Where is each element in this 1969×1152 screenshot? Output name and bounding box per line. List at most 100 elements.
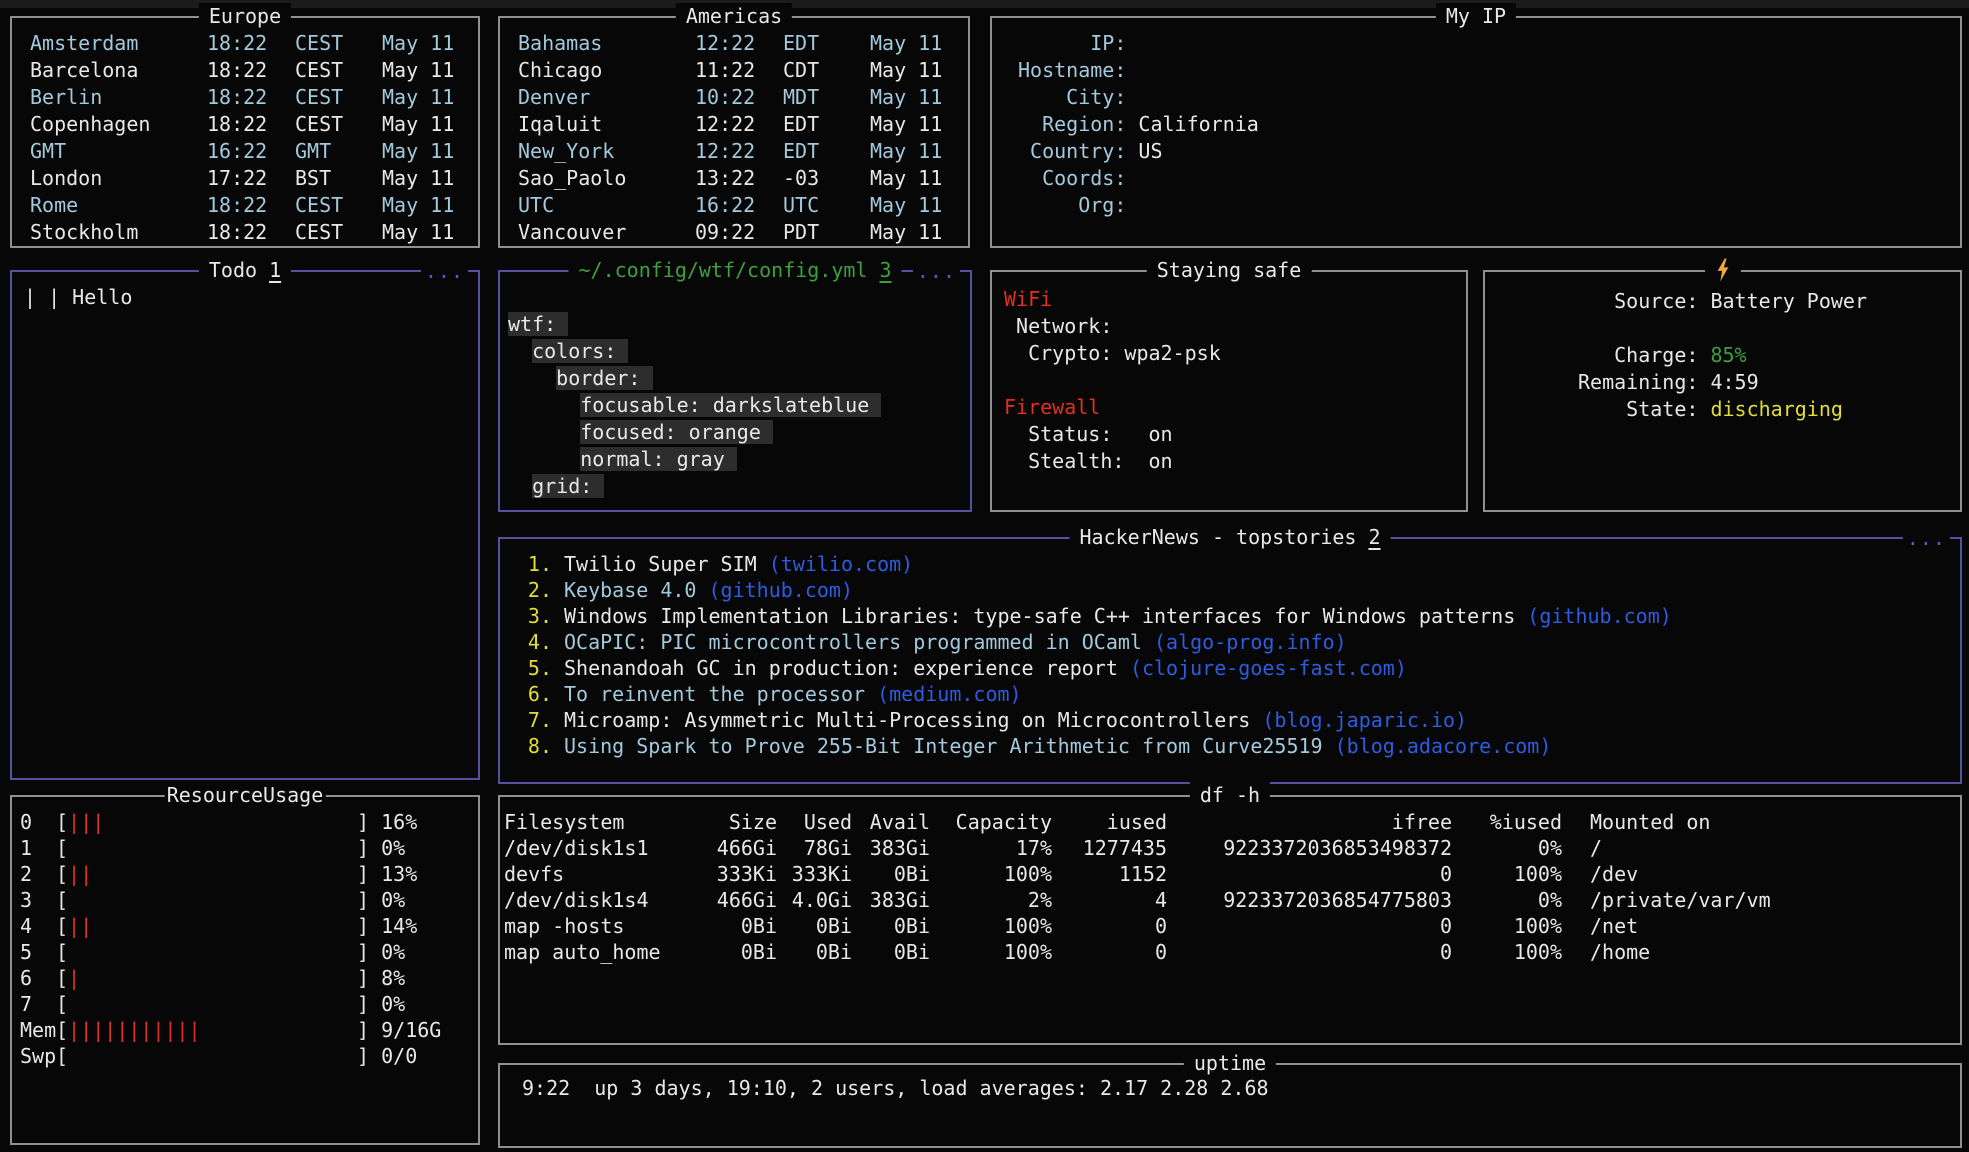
- df-cell: 0Bi: [777, 913, 852, 939]
- story-domain-link[interactable]: (blog.adacore.com): [1335, 734, 1552, 758]
- clock-city: Amsterdam: [30, 30, 207, 57]
- story-domain-link[interactable]: (blog.japaric.io): [1262, 708, 1467, 732]
- clock-row: Amsterdam18:22CESTMay 11: [30, 30, 478, 57]
- clock-time: 12:22: [695, 138, 755, 165]
- hackernews-story[interactable]: 6.To reinvent the processor (medium.com): [516, 681, 1960, 707]
- clock-city: Rome: [30, 192, 207, 219]
- hackernews-story[interactable]: 2.Keybase 4.0 (github.com): [516, 577, 1960, 603]
- panel-config-yml[interactable]: ~/.config/wtf/config.yml3 ... wtf: color…: [498, 270, 972, 512]
- clock-time: 12:22: [695, 30, 755, 57]
- df-header-cell: iused: [1052, 809, 1167, 835]
- gauge-row: 4 [|| ] 14%: [20, 913, 478, 939]
- df-row: devfs333Ki333Ki0Bi100%11520100%/dev: [504, 861, 1960, 887]
- clock-date: May 11: [870, 138, 942, 165]
- clock-row: Sao_Paolo13:22-03May 11: [518, 165, 968, 192]
- gauge-row: 3 [ ] 0%: [20, 887, 478, 913]
- uptime-text: 9:22 up 3 days, 19:10, 2 users, load ave…: [500, 1065, 1960, 1146]
- ip-field-row: Region: California: [1018, 111, 1960, 138]
- gauge-row: 6 [| ] 8%: [20, 965, 478, 991]
- gauge-label: Mem: [20, 1017, 56, 1043]
- gauge-value: 0%: [381, 888, 405, 912]
- battery-line: Charge: 85%: [1578, 342, 1867, 369]
- panel-todo[interactable]: Todo1 ... | | Hello: [10, 270, 480, 780]
- hackernews-story[interactable]: 3.Windows Implementation Libraries: type…: [516, 603, 1960, 629]
- gauge-value: 0%: [381, 940, 405, 964]
- clock-row: Iqaluit12:22EDTMay 11: [518, 111, 968, 138]
- df-cell: 100%: [930, 861, 1052, 887]
- config-line: colors:: [508, 338, 970, 365]
- df-cell: 0%: [1452, 835, 1562, 861]
- story-domain-link[interactable]: (medium.com): [877, 682, 1022, 706]
- clock-row: Copenhagen18:22CESTMay 11: [30, 111, 478, 138]
- df-cell: /net: [1590, 913, 1638, 939]
- ip-field-row: Country: US: [1018, 138, 1960, 165]
- gauge-bars: ||: [68, 862, 92, 886]
- story-rank: 4.: [516, 629, 552, 655]
- clock-city: GMT: [30, 138, 207, 165]
- gauge-label: 3: [20, 887, 56, 913]
- hackernews-story[interactable]: 5.Shenandoah GC in production: experienc…: [516, 655, 1960, 681]
- battery-value: Battery Power: [1710, 289, 1867, 313]
- gauge-row: Swp[ ] 0/0: [20, 1043, 478, 1069]
- clock-city: Chicago: [518, 57, 695, 84]
- df-cell: 383Gi: [852, 835, 930, 861]
- df-cell: /dev: [1590, 861, 1638, 887]
- clock-row: Stockholm18:22CESTMay 11: [30, 219, 478, 246]
- panel-staying-safe: Staying safe WiFi Network: Crypto: wpa2-…: [990, 270, 1468, 512]
- safety-line: Network:: [1004, 313, 1466, 340]
- clock-city: Bahamas: [518, 30, 695, 57]
- panel-americas-clocks: Americas Bahamas12:22EDTMay 11Chicago11:…: [498, 16, 970, 248]
- ip-field-value: [1126, 166, 1138, 190]
- story-domain-link[interactable]: (algo-prog.info): [1154, 630, 1347, 654]
- clock-city: Sao_Paolo: [518, 165, 695, 192]
- battery-line: State: discharging: [1578, 396, 1867, 423]
- hackernews-story[interactable]: 7.Microamp: Asymmetric Multi-Processing …: [516, 707, 1960, 733]
- clock-timezone: CEST: [295, 30, 382, 57]
- clock-time: 18:22: [207, 30, 267, 57]
- df-cell: 383Gi: [852, 887, 930, 913]
- clock-timezone: EDT: [783, 111, 870, 138]
- story-domain-link[interactable]: (clojure-goes-fast.com): [1130, 656, 1407, 680]
- ip-field-row: Coords:: [1018, 165, 1960, 192]
- config-line: border:: [508, 365, 970, 392]
- df-header-cell: Filesystem: [504, 809, 704, 835]
- df-row: map auto_home0Bi0Bi0Bi100%00100%/home: [504, 939, 1960, 965]
- panel-hackernews[interactable]: HackerNews - topstories2 ... 1.Twilio Su…: [498, 537, 1962, 784]
- clock-row: Rome18:22CESTMay 11: [30, 192, 478, 219]
- ip-field-label: Org:: [1018, 193, 1126, 217]
- story-title: Twilio Super SIM: [564, 552, 769, 576]
- df-cell: 333Ki: [777, 861, 852, 887]
- story-domain-link[interactable]: (github.com): [1527, 604, 1672, 628]
- df-cell: 0Bi: [777, 939, 852, 965]
- clock-city: Copenhagen: [30, 111, 207, 138]
- clock-time: 18:22: [207, 192, 267, 219]
- clock-city: Vancouver: [518, 219, 695, 246]
- clock-date: May 11: [870, 57, 942, 84]
- panel-resource-usage: ResourceUsage 0 [||| ] 16%1 [ ] 0%2 [|| …: [10, 795, 480, 1145]
- story-rank: 1.: [516, 551, 552, 577]
- todo-item[interactable]: | | Hello: [24, 284, 478, 311]
- df-header-cell: Mounted on: [1590, 809, 1710, 835]
- ip-field-row: City:: [1018, 84, 1960, 111]
- story-domain-link[interactable]: (twilio.com): [769, 552, 914, 576]
- hackernews-story[interactable]: 4.OCaPIC: PIC microcontrollers programme…: [516, 629, 1960, 655]
- gauge-label: 5: [20, 939, 56, 965]
- battery-value: discharging: [1710, 397, 1842, 421]
- clock-timezone: EDT: [783, 138, 870, 165]
- df-row: map -hosts0Bi0Bi0Bi100%00100%/net: [504, 913, 1960, 939]
- safety-line: Crypto: wpa2-psk: [1004, 340, 1466, 367]
- df-header-cell: %iused: [1452, 809, 1562, 835]
- clock-time: 11:22: [695, 57, 755, 84]
- hackernews-story[interactable]: 8.Using Spark to Prove 255-Bit Integer A…: [516, 733, 1960, 759]
- clock-row: Barcelona18:22CESTMay 11: [30, 57, 478, 84]
- clock-row: GMT16:22GMTMay 11: [30, 138, 478, 165]
- df-cell: 466Gi: [704, 835, 777, 861]
- story-rank: 8.: [516, 733, 552, 759]
- top-strip: [0, 0, 1969, 8]
- hackernews-story[interactable]: 1. Twilio Super SIM (twilio.com): [516, 551, 1960, 577]
- story-domain-link[interactable]: (github.com): [709, 578, 854, 602]
- df-cell: 0: [1167, 861, 1452, 887]
- config-line-text: focused: orange: [580, 420, 773, 444]
- story-rank: 5.: [516, 655, 552, 681]
- battery-value: 4:59: [1710, 370, 1758, 394]
